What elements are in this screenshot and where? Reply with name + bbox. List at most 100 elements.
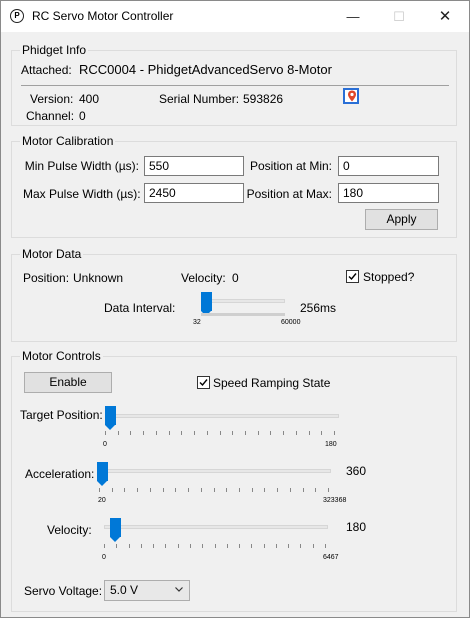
slider-tick <box>239 544 241 548</box>
phidget-info-title: Phidget Info <box>20 43 89 57</box>
slider-tick <box>206 431 208 435</box>
acceleration-ticks <box>99 488 329 492</box>
version-value: 400 <box>79 92 100 106</box>
close-button[interactable]: ✕ <box>422 1 468 32</box>
speed-ramping-checkbox[interactable] <box>197 376 210 389</box>
slider-tick <box>328 488 329 492</box>
position-at-max-input[interactable]: 180 <box>338 183 439 203</box>
servo-voltage-label: Servo Voltage: <box>24 584 103 598</box>
velocity-control-label: Velocity: <box>47 523 92 537</box>
position-label: Position: <box>23 271 70 285</box>
slider-tick <box>188 488 190 492</box>
velocity-value: 0 <box>232 271 239 285</box>
target-position-label: Target Position: <box>20 408 103 422</box>
slider-tick <box>244 431 246 435</box>
serial-number-label: Serial Number: <box>159 92 240 106</box>
enable-button[interactable]: Enable <box>24 372 112 393</box>
acceleration-thumb[interactable] <box>97 462 109 486</box>
slider-tick <box>155 431 157 435</box>
maximize-button[interactable]: ☐ <box>376 1 422 32</box>
slider-tick <box>175 488 177 492</box>
target-position-ticks <box>105 431 335 435</box>
slider-tick <box>194 431 196 435</box>
slider-tick <box>226 488 228 492</box>
apply-button[interactable]: Apply <box>365 209 438 230</box>
slider-tick <box>264 488 266 492</box>
slider-tick <box>334 431 335 435</box>
acceleration-value: 360 <box>346 464 367 478</box>
acceleration-track <box>97 469 331 473</box>
slider-tick <box>116 544 118 548</box>
acceleration-max-label: 323368 <box>323 497 347 504</box>
motor-controls-title: Motor Controls <box>20 349 103 363</box>
minimize-button[interactable]: — <box>330 1 376 32</box>
velocity-track <box>104 525 328 529</box>
position-at-min-input[interactable]: 0 <box>338 156 439 176</box>
max-pulse-width-label: Max Pulse Width (µs): <box>23 187 141 201</box>
velocity-min-label: 0 <box>102 554 106 561</box>
serial-number-value: 593826 <box>243 92 284 106</box>
data-interval-value: 256ms <box>300 301 337 315</box>
slider-tick <box>111 488 113 492</box>
velocity-label: Velocity: <box>181 271 226 285</box>
slider-tick <box>308 431 310 435</box>
target-position-thumb[interactable] <box>105 406 116 430</box>
speed-ramping-label: Speed Ramping State <box>213 376 331 390</box>
channel-label: Channel: <box>26 109 75 123</box>
slider-tick <box>295 431 297 435</box>
velocity-control-value: 180 <box>346 520 367 534</box>
slider-tick <box>213 488 215 492</box>
motor-calibration-title: Motor Calibration <box>20 134 116 148</box>
slider-tick <box>315 488 317 492</box>
slider-tick <box>105 431 106 435</box>
slider-tick <box>137 488 139 492</box>
slider-tick <box>289 488 291 492</box>
slider-tick <box>168 431 170 435</box>
title-bar: P RC Servo Motor Controller — ☐ ✕ <box>1 1 469 32</box>
servo-voltage-value: 5.0 V <box>110 583 139 597</box>
data-interval-range-bar <box>201 313 285 316</box>
velocity-max-label: 6467 <box>323 554 339 561</box>
slider-tick <box>288 544 290 548</box>
position-at-min-label: Position at Min: <box>249 159 332 173</box>
slider-tick <box>263 544 265 548</box>
map-pin-icon[interactable] <box>343 88 359 104</box>
slider-tick <box>232 431 234 435</box>
data-interval-thumb[interactable] <box>201 292 213 316</box>
slider-tick <box>202 544 204 548</box>
stopped-label: Stopped? <box>363 270 415 284</box>
servo-voltage-select[interactable]: 5.0 V <box>104 580 190 601</box>
chevron-down-icon <box>175 587 183 592</box>
slider-tick <box>251 544 253 548</box>
slider-tick <box>275 544 277 548</box>
version-label: Version: <box>30 92 74 106</box>
window-title: RC Servo Motor Controller <box>32 9 174 23</box>
slider-tick <box>200 488 202 492</box>
slider-tick <box>143 431 145 435</box>
slider-tick <box>140 544 142 548</box>
stopped-checkbox[interactable] <box>346 270 359 283</box>
max-pulse-width-input[interactable]: 2450 <box>144 183 244 203</box>
slider-tick <box>124 488 126 492</box>
target-position-track <box>105 414 339 418</box>
attached-value: RCC0004 - PhidgetAdvancedServo 8-Motor <box>79 62 332 77</box>
motor-controls-group: Motor Controls <box>11 349 457 612</box>
slider-tick <box>238 488 240 492</box>
acceleration-label: Acceleration: <box>25 467 95 481</box>
slider-tick <box>153 544 155 548</box>
slider-tick <box>325 544 326 548</box>
slider-tick <box>277 488 279 492</box>
min-pulse-width-input[interactable]: 550 <box>144 156 244 176</box>
slider-tick <box>214 544 216 548</box>
slider-tick <box>104 544 105 548</box>
slider-tick <box>226 544 228 548</box>
slider-tick <box>181 431 183 435</box>
motor-data-title: Motor Data <box>20 247 84 261</box>
slider-tick <box>128 544 130 548</box>
data-interval-track <box>201 299 285 303</box>
slider-tick <box>251 488 253 492</box>
slider-tick <box>165 544 167 548</box>
velocity-thumb[interactable] <box>109 518 121 542</box>
channel-value: 0 <box>79 109 86 123</box>
min-pulse-width-label: Min Pulse Width (µs): <box>24 159 139 173</box>
